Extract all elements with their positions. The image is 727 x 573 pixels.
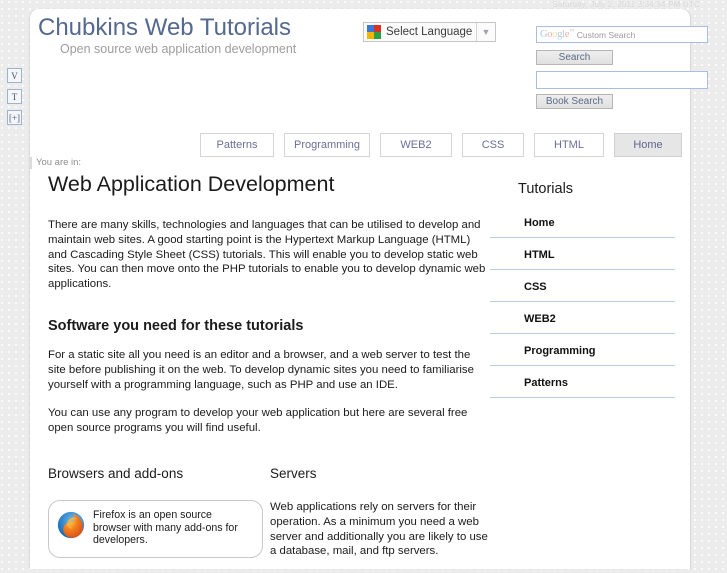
breadcrumb: You are in: bbox=[30, 157, 81, 169]
tab-programming[interactable]: Programming bbox=[284, 133, 370, 157]
intro-paragraph: There are many skills, technologies and … bbox=[48, 219, 486, 291]
accessibility-toolbar: V T [+] bbox=[7, 68, 25, 131]
zoom-in-toggle-button[interactable]: [+] bbox=[7, 110, 22, 125]
custom-search-placeholder: Custom Search bbox=[576, 29, 636, 40]
sidebar-item-patterns[interactable]: Patterns bbox=[490, 377, 675, 398]
tab-patterns[interactable]: Patterns bbox=[200, 133, 274, 157]
chevron-down-icon[interactable]: ▼ bbox=[476, 23, 495, 41]
language-selector[interactable]: Select Language ▼ bbox=[363, 22, 496, 42]
custom-search-input[interactable]: Google™ Custom Search bbox=[536, 26, 708, 43]
page-container: Chubkins Web Tutorials Open source web a… bbox=[30, 9, 708, 569]
sidebar-item-web2[interactable]: WEB2 bbox=[490, 313, 675, 334]
main-navigation: Patterns Programming WEB2 CSS HTML Home bbox=[200, 133, 682, 157]
firefox-promo-box[interactable]: Firefox is an open source browser with m… bbox=[48, 499, 263, 558]
browsers-column-title: Browsers and add-ons bbox=[48, 465, 184, 481]
servers-column: Servers Web applications rely on servers… bbox=[270, 466, 490, 573]
software-heading: Software you need for these tutorials bbox=[48, 317, 304, 334]
servers-column-title: Servers bbox=[270, 465, 317, 481]
site-subtitle: Open source web application development bbox=[60, 42, 297, 56]
google-translate-icon bbox=[367, 25, 381, 39]
firefox-icon bbox=[57, 511, 85, 539]
trademark-icon: ™ bbox=[569, 29, 574, 35]
servers-paragraph: Web applications rely on servers for the… bbox=[270, 500, 488, 558]
sidebar-item-html[interactable]: HTML bbox=[490, 249, 675, 270]
site-title: Chubkins Web Tutorials bbox=[38, 14, 292, 41]
software-paragraph-1: For a static site all you need is an edi… bbox=[48, 348, 474, 391]
software-paragraph-2: You can use any program to develop your … bbox=[48, 407, 468, 435]
tab-html[interactable]: HTML bbox=[534, 133, 604, 157]
google-logo: Google™ bbox=[540, 29, 574, 40]
tab-web2[interactable]: WEB2 bbox=[380, 133, 452, 157]
site-header: Chubkins Web Tutorials Open source web a… bbox=[30, 9, 708, 114]
text-toggle-button[interactable]: T bbox=[7, 89, 22, 104]
firefox-promo-text: Firefox is an open source browser with m… bbox=[93, 508, 238, 547]
sidebar-item-programming[interactable]: Programming bbox=[490, 345, 675, 366]
sidebar-title: Tutorials bbox=[518, 181, 574, 197]
main-column: Web Application Development There are ma… bbox=[48, 172, 488, 558]
sidebar-item-home[interactable]: Home bbox=[490, 217, 675, 238]
book-search-button[interactable]: Book Search bbox=[536, 94, 613, 109]
tutorials-sidebar: Tutorials Home HTML CSS WEB2 Programming… bbox=[490, 172, 675, 409]
sidebar-item-css[interactable]: CSS bbox=[490, 281, 675, 302]
view-toggle-button[interactable]: V bbox=[7, 68, 22, 83]
tab-home[interactable]: Home bbox=[614, 133, 682, 157]
language-selector-label: Select Language bbox=[386, 26, 473, 38]
page-title: Web Application Development bbox=[48, 172, 335, 196]
book-search-input[interactable] bbox=[536, 71, 708, 89]
tab-css[interactable]: CSS bbox=[462, 133, 524, 157]
browsers-column: Browsers and add-ons Firefox is an open … bbox=[48, 466, 263, 558]
search-button[interactable]: Search bbox=[536, 50, 613, 65]
